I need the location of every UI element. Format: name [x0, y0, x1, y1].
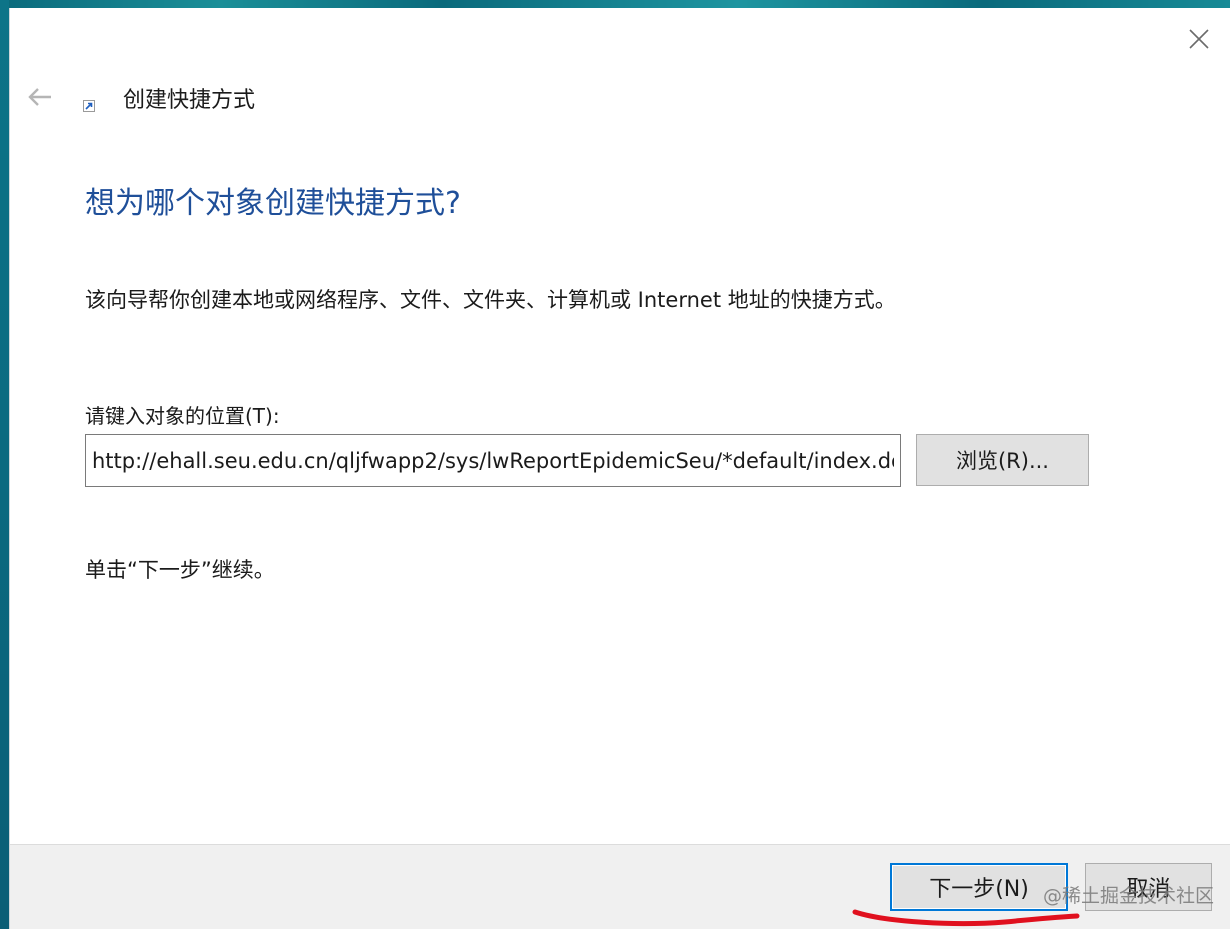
create-shortcut-dialog: 创建快捷方式 想为哪个对象创建快捷方式? 该向导帮你创建本地或网络程序、文件、文…: [9, 8, 1230, 929]
location-label: 请键入对象的位置(T):: [85, 404, 280, 428]
wizard-description: 该向导帮你创建本地或网络程序、文件、文件夹、计算机或 Internet 地址的快…: [85, 288, 896, 312]
shortcut-arrow-icon: [83, 97, 95, 112]
browse-button[interactable]: 浏览(R)...: [916, 434, 1089, 486]
next-button[interactable]: 下一步(N): [890, 863, 1068, 911]
window-title: 创建快捷方式: [123, 88, 256, 113]
dialog-footer: 下一步(N) 取消: [10, 844, 1230, 929]
cancel-button[interactable]: 取消: [1085, 863, 1212, 911]
close-icon: [1189, 29, 1209, 49]
desktop-background-top: [0, 0, 1230, 8]
continue-hint: 单击“下一步”继续。: [85, 558, 275, 582]
close-button[interactable]: [1186, 26, 1212, 52]
back-button[interactable]: [26, 86, 54, 108]
desktop-background-left: [0, 0, 9, 929]
back-arrow-icon: [28, 88, 51, 106]
location-input[interactable]: [85, 434, 901, 487]
page-heading: 想为哪个对象创建快捷方式?: [85, 186, 461, 221]
